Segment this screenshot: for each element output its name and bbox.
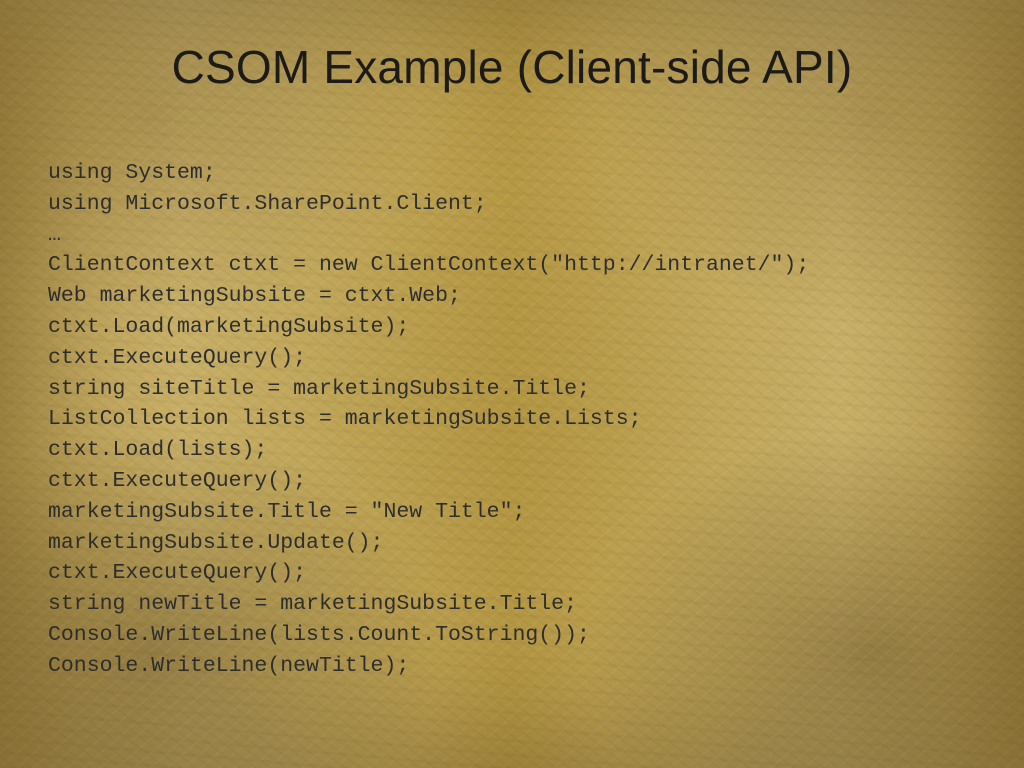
- slide: CSOM Example (Client-side API) using Sys…: [0, 0, 1024, 768]
- slide-title: CSOM Example (Client-side API): [0, 40, 1024, 94]
- code-block: using System; using Microsoft.SharePoint…: [48, 158, 809, 682]
